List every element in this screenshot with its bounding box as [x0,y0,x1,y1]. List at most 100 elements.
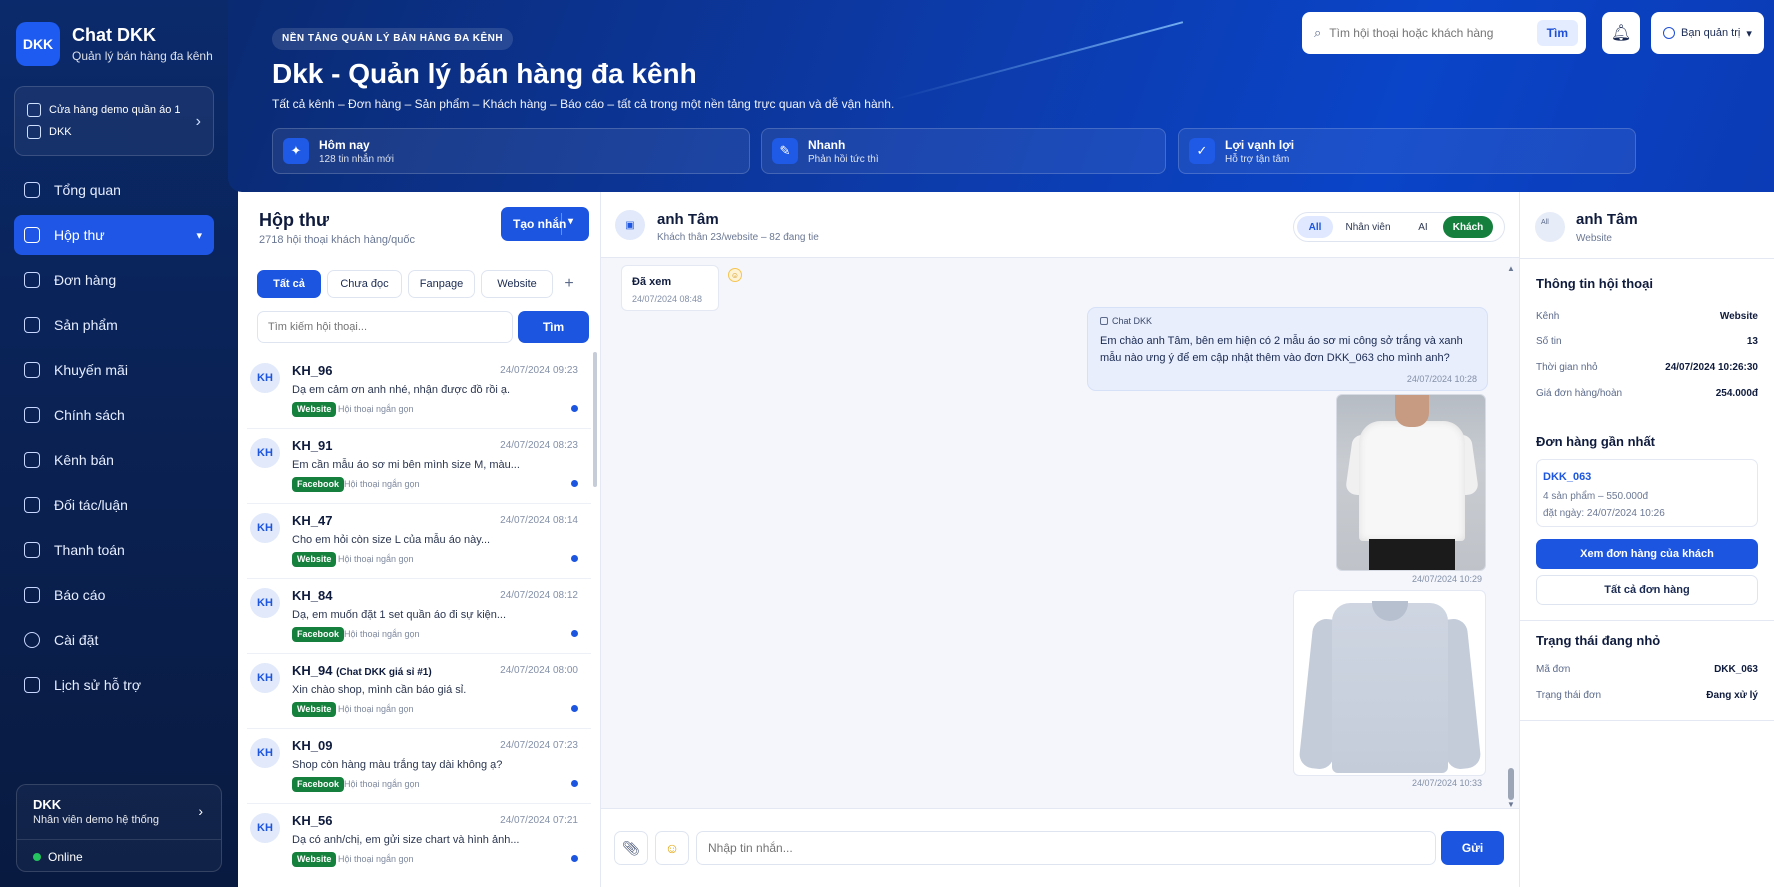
chat-customer-subtitle: Khách thân 23/website – 82 đang tie [657,232,819,243]
sidebar-item-payment[interactable]: Thanh toán [14,530,214,570]
channel-badge: Website [292,402,337,417]
stat-card-fast: ✎ Nhanh Phản hồi tức thì [761,128,1166,174]
sidebar-item-label: Lịch sử hỗ trợ [54,677,142,693]
scroll-up-icon[interactable]: ▲ [1507,264,1515,273]
conversation-item[interactable]: KH KH_09 24/07/2024 07:23 Shop còn hàng … [247,729,591,804]
reaction-icon[interactable]: ☺ [728,268,742,282]
conversation-summary: Hội thoại ngắn gọn [338,404,414,414]
shirt-body [1332,603,1448,773]
emoji-icon[interactable]: ☺ [655,831,689,865]
add-tab-icon[interactable]: + [559,270,579,298]
conversation-name: KH_56 [292,813,332,828]
conversation-preview: Dạ, em muốn đặt 1 set quần áo đi sự kiện… [292,609,507,621]
tab-unread[interactable]: Chưa đọc [327,270,402,298]
sidebar-item-settings[interactable]: Cài đặt [14,620,214,660]
all-orders-button[interactable]: Tất cả đơn hàng [1536,575,1758,605]
section-title: Đơn hàng gần nhất [1536,434,1656,449]
sidebar-item-channels[interactable]: Kênh bán [14,440,214,480]
scrollbar-thumb[interactable] [1508,768,1514,800]
inbox-icon [24,227,40,243]
filter-ai[interactable]: AI [1403,216,1443,238]
conversation-item[interactable]: KH KH_91 24/07/2024 08:23 Em cần mẫu áo … [247,429,591,504]
sidebar-item-inbox[interactable]: Hộp thư ▾ [14,215,214,255]
filter-staff[interactable]: Nhân viên [1333,216,1403,238]
info-key: Thời gian nhỏ [1536,362,1598,373]
conversation-item[interactable]: KH KH_94 (Chat DKK giá sỉ #1) 24/07/2024… [247,654,591,729]
conversation-summary: Hội thoại ngắn gọn [344,779,420,789]
sidebar-item-label: Kênh bán [54,452,114,468]
divider [561,213,562,235]
send-button[interactable]: Gửi [1441,831,1504,865]
status-key: Mã đơn [1536,664,1571,675]
new-message-button[interactable]: Tạo nhắn ▾ [501,207,589,241]
conversation-name: KH_91 [292,438,332,453]
conversation-preview: Dạ em cảm ơn anh nhé, nhận được đồ rồi ạ… [292,384,511,396]
sidebar-item-partners[interactable]: Đối tác/luận [14,485,214,525]
message-input[interactable] [696,831,1436,865]
inbox-scrollbar[interactable] [593,352,597,487]
unread-dot-icon [571,855,578,862]
global-search-input[interactable] [1329,26,1529,40]
inbox-tabs: Tất cả Chưa đọc Fanpage Website + [257,270,579,298]
message-time: 24/07/2024 10:28 [1406,374,1477,384]
inbox-title: Hộp thư [259,210,330,230]
bot-icon [1100,317,1108,325]
avatar: KH [250,363,280,393]
sidebar-item-orders[interactable]: Đơn hàng [14,260,214,300]
conversation-name: KH_94 (Chat DKK giá sỉ #1) [292,663,432,678]
tab-fanpage[interactable]: Fanpage [408,270,475,298]
message-area: Đã xem 24/07/2024 08:48 ☺ Chat DKK Em ch… [601,258,1519,809]
sidebar-item-support-history[interactable]: Lịch sử hỗ trợ [14,665,214,705]
section-title: Thông tin hội thoại [1536,276,1653,291]
blue-shirt-image[interactable] [1293,590,1486,776]
filter-customer[interactable]: Khách [1443,216,1493,238]
user-card[interactable]: DKK Nhân viên demo hệ thống › Online [16,784,222,872]
conversation-preview: Dạ có anh/chị, em gửi size chart và hình… [292,834,520,846]
admin-label: Bạn quản trị [1681,27,1741,39]
attachment-icon[interactable]: 📎︎ [614,831,648,865]
order-summary: 4 sản phẩm – 550.000đ [1543,491,1649,502]
stat-title: Nhanh [808,137,846,152]
recent-order-card[interactable]: DKK_063 4 sản phẩm – 550.000đ đặt ngày: … [1536,459,1758,527]
sidebar-item-promotions[interactable]: Khuyến mãi [14,350,214,390]
chat-customer-name: anh Tâm [657,211,719,228]
brand[interactable]: DKK Chat DKK Quản lý bán hàng đa kênh [16,22,213,66]
conversation-name: KH_84 [292,588,332,603]
chevron-down-icon[interactable]: ▾ [568,216,573,227]
tab-website[interactable]: Website [481,270,553,298]
inbox-search-input[interactable] [257,311,513,343]
sidebar-item-overview[interactable]: Tổng quan [14,170,214,210]
conversation-item[interactable]: KH KH_47 24/07/2024 08:14 Cho em hỏi còn… [247,504,591,579]
store-code: DKK [49,126,72,138]
sidebar-item-label: Đơn hàng [54,272,117,288]
conversation-item[interactable]: KH KH_84 24/07/2024 08:12 Dạ, em muốn đặ… [247,579,591,654]
tab-all[interactable]: Tất cả [257,270,321,298]
global-search-button[interactable]: Tìm [1536,20,1578,46]
partner-icon [24,497,40,513]
inbox-search-button[interactable]: Tìm [518,311,589,343]
admin-menu-button[interactable]: Bạn quản trị ▾ [1651,12,1764,54]
conversation-name: KH_96 [292,363,332,378]
conversation-item[interactable]: KH KH_56 24/07/2024 07:21 Dạ có anh/chị,… [247,804,591,879]
conversation-summary: Hội thoại ngắn gọn [344,629,420,639]
conversation-item[interactable]: KH KH_96 24/07/2024 09:23 Dạ em cảm ơn a… [247,354,591,429]
seen-label: Đã xem [632,276,672,288]
chat-scrollbar[interactable]: ▲ ▼ [1507,264,1515,809]
sidebar-item-products[interactable]: Sản phẩm [14,305,214,345]
white-shirt-image[interactable] [1336,394,1486,571]
stat-subtitle: Hỗ trợ tận tâm [1225,153,1290,165]
store-switcher[interactable]: Cửa hàng demo quần áo 1 DKK › [14,86,214,156]
channel-badge: Facebook [292,777,345,792]
info-row: Giá đơn hàng/hoàn 254.000đ [1536,388,1758,399]
filter-all[interactable]: All [1297,216,1333,238]
stat-subtitle: Phản hồi tức thì [808,153,879,165]
notification-bell-icon[interactable]: 🔔︎ [1602,12,1640,54]
sidebar-item-reports[interactable]: Báo cáo [14,575,214,615]
view-customer-orders-button[interactable]: Xem đơn hàng của khách [1536,539,1758,569]
conversation-time: 24/07/2024 08:12 [500,590,578,601]
order-id[interactable]: DKK_063 [1543,471,1591,483]
user-name: DKK [33,797,62,812]
sidebar-item-policy[interactable]: Chính sách [14,395,214,435]
app-root: DKK Chat DKK Quản lý bán hàng đa kênh Cử… [0,0,1774,887]
customer-avatar: ▣ [615,210,645,240]
